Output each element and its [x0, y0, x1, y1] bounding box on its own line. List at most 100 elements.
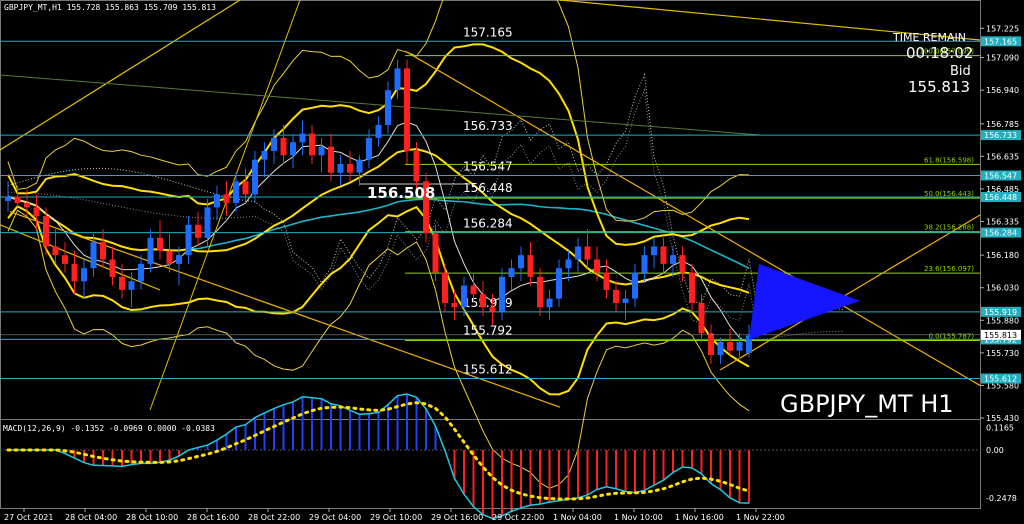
candle-body [233, 181, 239, 204]
macd-tick-label: -0.2478 [986, 494, 1017, 503]
chart-header: GBPJPY_MT,H1 155.728 155.863 155.709 155… [4, 3, 216, 12]
level-price-tag-text: 156.547 [984, 171, 1017, 180]
candle-body [385, 90, 391, 125]
level-label: 156.733 [463, 119, 513, 133]
time-tick-label: 29 Oct 16:00 [431, 513, 483, 522]
price-tick-label: 156.635 [986, 152, 1019, 161]
time-tick-label: 28 Oct 10:00 [126, 513, 178, 522]
candle-body [660, 246, 667, 264]
candle-body [404, 68, 410, 151]
price-tick-label: 156.030 [986, 284, 1019, 293]
candle-body [594, 259, 600, 273]
triangle-pattern [749, 263, 860, 340]
level-label: 156.284 [463, 217, 513, 231]
chart-window[interactable]: 157.225 157.090 156.940 156.785 156.635 156.4… [0, 0, 1024, 524]
ma-center-line [7, 147, 750, 294]
candle-body [309, 133, 315, 156]
candle-body [52, 246, 59, 256]
time-tick-label: 1 Nov 22:00 [736, 513, 785, 522]
candle-body [128, 281, 135, 290]
price-tick-label: 156.785 [986, 120, 1019, 129]
time-tick-label: 27 Oct 2021 [4, 513, 53, 522]
candle-body [565, 259, 572, 269]
candle-body [204, 207, 211, 238]
candle-body [81, 268, 87, 282]
candle-body [147, 237, 154, 264]
candle-body [394, 68, 401, 91]
candle-body [470, 285, 477, 295]
candle-body [736, 342, 743, 351]
candle-body [480, 294, 486, 308]
level-label: 156.547 [463, 159, 513, 173]
fib-label: 38.2(156.288) [924, 224, 974, 232]
candle-body [14, 196, 21, 204]
candle-body [632, 272, 638, 299]
candle-body [214, 194, 220, 208]
time-remain-value: 00:18:02 [906, 44, 974, 62]
time-tick-label: 29 Oct 04:00 [309, 513, 361, 522]
current-price-tag-text: 155.813 [984, 331, 1017, 340]
candle-body [727, 342, 733, 351]
bid-label: Bid [950, 64, 971, 79]
level-label: 155.612 [463, 362, 513, 376]
candle-body [442, 272, 448, 303]
candle-body [584, 246, 591, 260]
price-tick-label: 157.225 [986, 24, 1019, 33]
price-chart[interactable]: 157.225 157.090 156.940 156.785 156.635 156.4… [0, 0, 1024, 524]
candle-body [157, 237, 163, 251]
time-tick-label: 29 Oct 22:00 [492, 513, 544, 522]
candle-body [5, 196, 11, 201]
fib-label: 50.0(156.443) [924, 190, 974, 198]
candle-body [185, 224, 192, 256]
candle-body [261, 150, 268, 160]
candle-body [651, 246, 657, 256]
candle-body [33, 207, 40, 217]
price-tick-label: 156.180 [986, 251, 1019, 260]
time-tick-label: 1 Nov 16:00 [675, 513, 724, 522]
candle-body [100, 242, 106, 260]
candle-body [195, 224, 201, 238]
time-remain-label: TIME REMAIN [893, 31, 966, 44]
candle-body [413, 150, 420, 182]
candle-body [717, 342, 724, 356]
time-tick-label: 1 Nov 04:00 [553, 513, 602, 522]
level-price-tag-text: 155.612 [984, 374, 1017, 383]
level-label: 155.792 [463, 323, 513, 337]
price-tick-label: 157.090 [986, 54, 1019, 63]
candle-body [451, 302, 458, 308]
candle-body [489, 307, 496, 312]
candle-body [90, 242, 97, 269]
candle-body [670, 255, 676, 264]
time-tick-label: 1 Nov 10:00 [614, 513, 663, 522]
level-label: 157.165 [463, 25, 513, 39]
candle-body [613, 289, 619, 303]
candle-body [518, 255, 524, 269]
candle-body [366, 137, 372, 160]
candle-body [689, 272, 695, 303]
candle-body [679, 255, 686, 273]
level-price-tag-text: 156.284 [984, 229, 1017, 238]
macd-line [8, 393, 750, 520]
trendline-left-2 [0, 224, 161, 291]
candle-body [223, 194, 230, 204]
candle-body [556, 268, 562, 299]
candle-body [290, 142, 296, 156]
candle-body [375, 124, 382, 138]
candle-body [432, 233, 439, 273]
candle-body [138, 263, 144, 282]
candle-body [252, 159, 258, 195]
candle-body [176, 255, 182, 264]
candle-body [575, 246, 581, 260]
candle-body [347, 163, 353, 173]
candle-body [499, 276, 505, 312]
candle-body [527, 255, 534, 277]
price-tick-label: 156.335 [986, 218, 1019, 227]
candle-body [356, 159, 363, 173]
bollinger-lower-2 [7, 205, 750, 396]
candle-body [109, 259, 116, 277]
candle-body [537, 276, 543, 308]
level-price-tag-text: 156.733 [984, 131, 1017, 140]
price-508-label: 156.508 [367, 184, 436, 202]
time-tick-label: 28 Oct 04:00 [65, 513, 117, 522]
candle-body [461, 285, 467, 308]
